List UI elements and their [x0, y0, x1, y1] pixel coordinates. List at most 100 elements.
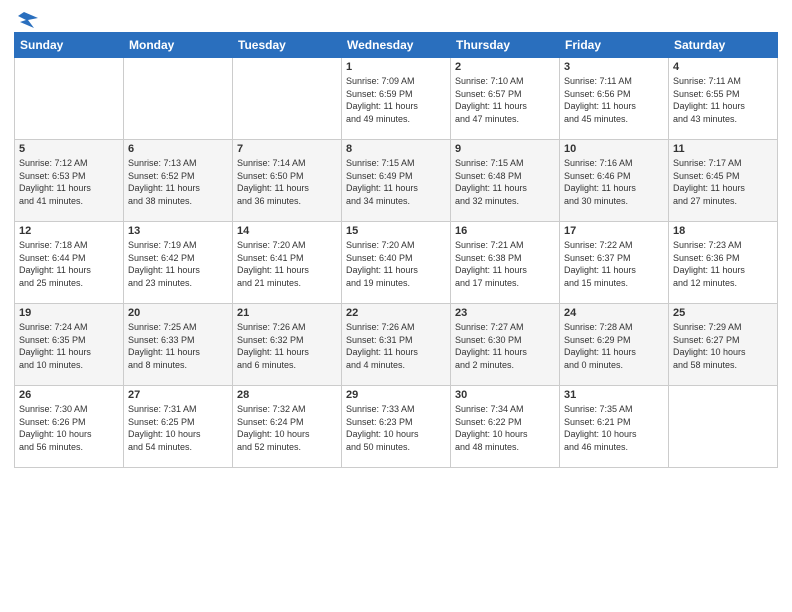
- table-row: 23 Sunrise: 7:27 AM Sunset: 6:30 PM Dayli…: [451, 304, 560, 386]
- calendar-week-row: 1 Sunrise: 7:09 AM Sunset: 6:59 PM Daylig…: [15, 58, 778, 140]
- day-number: 18: [673, 225, 773, 237]
- day-number: 26: [19, 389, 119, 401]
- day-info: Sunrise: 7:20 AM Sunset: 6:41 PM Dayligh…: [237, 239, 337, 289]
- day-info: Sunrise: 7:13 AM Sunset: 6:52 PM Dayligh…: [128, 157, 228, 207]
- day-number: 12: [19, 225, 119, 237]
- day-info: Sunrise: 7:25 AM Sunset: 6:33 PM Dayligh…: [128, 321, 228, 371]
- day-number: 1: [346, 61, 446, 73]
- day-number: 5: [19, 143, 119, 155]
- weekday-header-row: Sunday Monday Tuesday Wednesday Thursday…: [15, 33, 778, 58]
- table-row: 28 Sunrise: 7:32 AM Sunset: 6:24 PM Dayli…: [233, 386, 342, 468]
- day-number: 29: [346, 389, 446, 401]
- calendar: Sunday Monday Tuesday Wednesday Thursday…: [14, 32, 778, 468]
- table-row: 14 Sunrise: 7:20 AM Sunset: 6:41 PM Dayli…: [233, 222, 342, 304]
- day-number: 15: [346, 225, 446, 237]
- day-info: Sunrise: 7:11 AM Sunset: 6:56 PM Dayligh…: [564, 75, 664, 125]
- day-info: Sunrise: 7:11 AM Sunset: 6:55 PM Dayligh…: [673, 75, 773, 125]
- table-row: 9 Sunrise: 7:15 AM Sunset: 6:48 PM Daylig…: [451, 140, 560, 222]
- table-row: 6Sunrise: 7:13 AM Sunset: 6:52 PM Daylig…: [124, 140, 233, 222]
- day-info: Sunrise: 7:14 AM Sunset: 6:50 PM Dayligh…: [237, 157, 337, 207]
- table-row: 18 Sunrise: 7:23 AM Sunset: 6:36 PM Dayli…: [669, 222, 778, 304]
- day-number: 14: [237, 225, 337, 237]
- day-info: Sunrise: 7:19 AM Sunset: 6:42 PM Dayligh…: [128, 239, 228, 289]
- calendar-week-row: 12 Sunrise: 7:18 AM Sunset: 6:44 PM Dayli…: [15, 222, 778, 304]
- day-number: 20: [128, 307, 228, 319]
- table-row: 1 Sunrise: 7:09 AM Sunset: 6:59 PM Daylig…: [342, 58, 451, 140]
- day-info: Sunrise: 7:09 AM Sunset: 6:59 PM Dayligh…: [346, 75, 446, 125]
- table-row: [15, 58, 124, 140]
- day-number: 13: [128, 225, 228, 237]
- table-row: 15 Sunrise: 7:20 AM Sunset: 6:40 PM Dayli…: [342, 222, 451, 304]
- page: Sunday Monday Tuesday Wednesday Thursday…: [0, 0, 792, 612]
- col-saturday: Saturday: [669, 33, 778, 58]
- day-number: 25: [673, 307, 773, 319]
- day-info: Sunrise: 7:29 AM Sunset: 6:27 PM Dayligh…: [673, 321, 773, 371]
- col-thursday: Thursday: [451, 33, 560, 58]
- day-info: Sunrise: 7:34 AM Sunset: 6:22 PM Dayligh…: [455, 403, 555, 453]
- day-number: 4: [673, 61, 773, 73]
- day-info: Sunrise: 7:30 AM Sunset: 6:26 PM Dayligh…: [19, 403, 119, 453]
- col-sunday: Sunday: [15, 33, 124, 58]
- day-number: 10: [564, 143, 664, 155]
- table-row: 31 Sunrise: 7:35 AM Sunset: 6:21 PM Dayli…: [560, 386, 669, 468]
- day-info: Sunrise: 7:18 AM Sunset: 6:44 PM Dayligh…: [19, 239, 119, 289]
- table-row: 3 Sunrise: 7:11 AM Sunset: 6:56 PM Daylig…: [560, 58, 669, 140]
- table-row: 7Sunrise: 7:14 AM Sunset: 6:50 PM Daylig…: [233, 140, 342, 222]
- table-row: [124, 58, 233, 140]
- table-row: 29 Sunrise: 7:33 AM Sunset: 6:23 PM Dayli…: [342, 386, 451, 468]
- col-friday: Friday: [560, 33, 669, 58]
- day-number: 22: [346, 307, 446, 319]
- table-row: 4 Sunrise: 7:11 AM Sunset: 6:55 PM Daylig…: [669, 58, 778, 140]
- table-row: 27Sunrise: 7:31 AM Sunset: 6:25 PM Dayli…: [124, 386, 233, 468]
- day-info: Sunrise: 7:22 AM Sunset: 6:37 PM Dayligh…: [564, 239, 664, 289]
- day-number: 8: [346, 143, 446, 155]
- day-info: Sunrise: 7:17 AM Sunset: 6:45 PM Dayligh…: [673, 157, 773, 207]
- table-row: 10 Sunrise: 7:16 AM Sunset: 6:46 PM Dayli…: [560, 140, 669, 222]
- day-info: Sunrise: 7:20 AM Sunset: 6:40 PM Dayligh…: [346, 239, 446, 289]
- table-row: 19Sunrise: 7:24 AM Sunset: 6:35 PM Dayli…: [15, 304, 124, 386]
- day-number: 30: [455, 389, 555, 401]
- day-info: Sunrise: 7:16 AM Sunset: 6:46 PM Dayligh…: [564, 157, 664, 207]
- day-info: Sunrise: 7:28 AM Sunset: 6:29 PM Dayligh…: [564, 321, 664, 371]
- logo: [14, 10, 38, 26]
- table-row: 22 Sunrise: 7:26 AM Sunset: 6:31 PM Dayli…: [342, 304, 451, 386]
- day-info: Sunrise: 7:23 AM Sunset: 6:36 PM Dayligh…: [673, 239, 773, 289]
- table-row: 30 Sunrise: 7:34 AM Sunset: 6:22 PM Dayli…: [451, 386, 560, 468]
- col-monday: Monday: [124, 33, 233, 58]
- header: [14, 10, 778, 26]
- table-row: [669, 386, 778, 468]
- day-number: 23: [455, 307, 555, 319]
- day-info: Sunrise: 7:15 AM Sunset: 6:49 PM Dayligh…: [346, 157, 446, 207]
- day-info: Sunrise: 7:15 AM Sunset: 6:48 PM Dayligh…: [455, 157, 555, 207]
- table-row: 17 Sunrise: 7:22 AM Sunset: 6:37 PM Dayli…: [560, 222, 669, 304]
- day-info: Sunrise: 7:26 AM Sunset: 6:32 PM Dayligh…: [237, 321, 337, 371]
- day-number: 27: [128, 389, 228, 401]
- day-info: Sunrise: 7:12 AM Sunset: 6:53 PM Dayligh…: [19, 157, 119, 207]
- day-info: Sunrise: 7:33 AM Sunset: 6:23 PM Dayligh…: [346, 403, 446, 453]
- day-number: 24: [564, 307, 664, 319]
- day-number: 28: [237, 389, 337, 401]
- table-row: 2Sunrise: 7:10 AM Sunset: 6:57 PM Daylig…: [451, 58, 560, 140]
- col-wednesday: Wednesday: [342, 33, 451, 58]
- day-number: 9: [455, 143, 555, 155]
- logo-bird-icon: [16, 10, 38, 30]
- day-info: Sunrise: 7:27 AM Sunset: 6:30 PM Dayligh…: [455, 321, 555, 371]
- col-tuesday: Tuesday: [233, 33, 342, 58]
- day-number: 11: [673, 143, 773, 155]
- day-number: 19: [19, 307, 119, 319]
- day-number: 21: [237, 307, 337, 319]
- table-row: 11 Sunrise: 7:17 AM Sunset: 6:45 PM Dayli…: [669, 140, 778, 222]
- table-row: 21 Sunrise: 7:26 AM Sunset: 6:32 PM Dayli…: [233, 304, 342, 386]
- table-row: 8 Sunrise: 7:15 AM Sunset: 6:49 PM Daylig…: [342, 140, 451, 222]
- day-number: 3: [564, 61, 664, 73]
- day-info: Sunrise: 7:10 AM Sunset: 6:57 PM Dayligh…: [455, 75, 555, 125]
- day-info: Sunrise: 7:26 AM Sunset: 6:31 PM Dayligh…: [346, 321, 446, 371]
- day-number: 31: [564, 389, 664, 401]
- table-row: 25 Sunrise: 7:29 AM Sunset: 6:27 PM Dayli…: [669, 304, 778, 386]
- day-info: Sunrise: 7:35 AM Sunset: 6:21 PM Dayligh…: [564, 403, 664, 453]
- day-number: 17: [564, 225, 664, 237]
- table-row: 26 Sunrise: 7:30 AM Sunset: 6:26 PM Dayli…: [15, 386, 124, 468]
- table-row: 12 Sunrise: 7:18 AM Sunset: 6:44 PM Dayli…: [15, 222, 124, 304]
- table-row: 16Sunrise: 7:21 AM Sunset: 6:38 PM Dayli…: [451, 222, 560, 304]
- day-info: Sunrise: 7:32 AM Sunset: 6:24 PM Dayligh…: [237, 403, 337, 453]
